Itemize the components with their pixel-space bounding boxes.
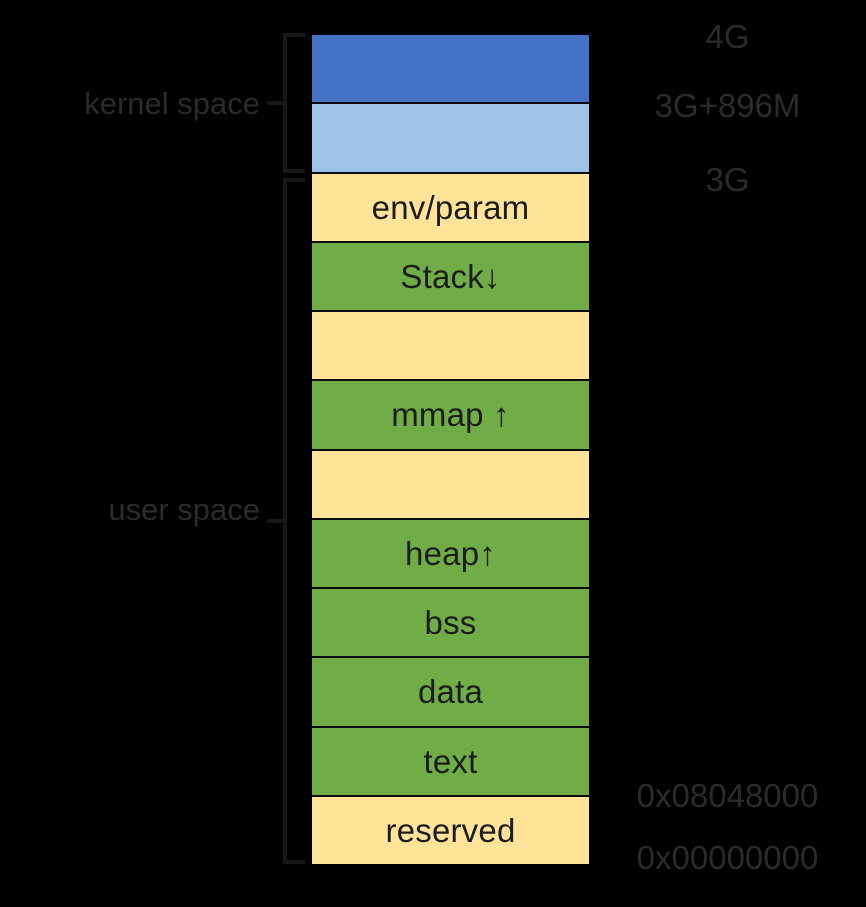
memory-block-label: bss xyxy=(424,604,477,642)
memory-block-label: data xyxy=(417,673,484,711)
address-label-3g: 3G xyxy=(705,161,750,198)
memory-block-heap: heap↑ xyxy=(312,519,589,589)
memory-block-stack: Stack↓ xyxy=(312,242,589,312)
kernel-space-label: kernel space xyxy=(84,86,260,121)
memory-block-gap-mmap-heap xyxy=(312,450,589,520)
address-label-0x08048000: 0x08048000 xyxy=(636,777,819,814)
memory-block-data: data xyxy=(312,658,589,728)
memory-block-kernel-high-mem xyxy=(312,35,589,105)
memory-block-label: text xyxy=(423,742,478,780)
memory-block-kernel-low-mem xyxy=(312,104,589,174)
user-space-label: user space xyxy=(108,492,260,527)
address-label-4g: 4G xyxy=(705,18,750,55)
memory-block-mmap: mmap ↑ xyxy=(312,381,589,451)
kernel-space-bracket xyxy=(283,33,305,173)
memory-block-reserved: reserved xyxy=(312,796,589,864)
user-space-bracket-tick xyxy=(267,519,285,523)
address-label-3g-plus-896m: 3G+896M xyxy=(654,87,801,124)
memory-block-text: text xyxy=(312,727,589,797)
kernel-space-bracket-tick xyxy=(267,101,285,105)
memory-block-column: env/param Stack↓ mmap ↑ heap↑ bss data text res… xyxy=(310,33,591,866)
address-label-0x00000000: 0x00000000 xyxy=(636,839,819,876)
memory-block-label: heap↑ xyxy=(405,534,496,572)
user-space-bracket xyxy=(283,178,305,864)
memory-layout-diagram: kernel space user space env/param Stack↓ m… xyxy=(0,0,866,907)
memory-block-gap-stack-mmap xyxy=(312,312,589,382)
memory-block-label: env/param xyxy=(371,188,530,226)
memory-block-env-param: env/param xyxy=(312,173,589,243)
memory-block-label: reserved xyxy=(385,811,516,849)
memory-block-bss: bss xyxy=(312,589,589,659)
memory-block-label: mmap ↑ xyxy=(391,396,510,434)
memory-block-label: Stack↓ xyxy=(400,257,501,295)
